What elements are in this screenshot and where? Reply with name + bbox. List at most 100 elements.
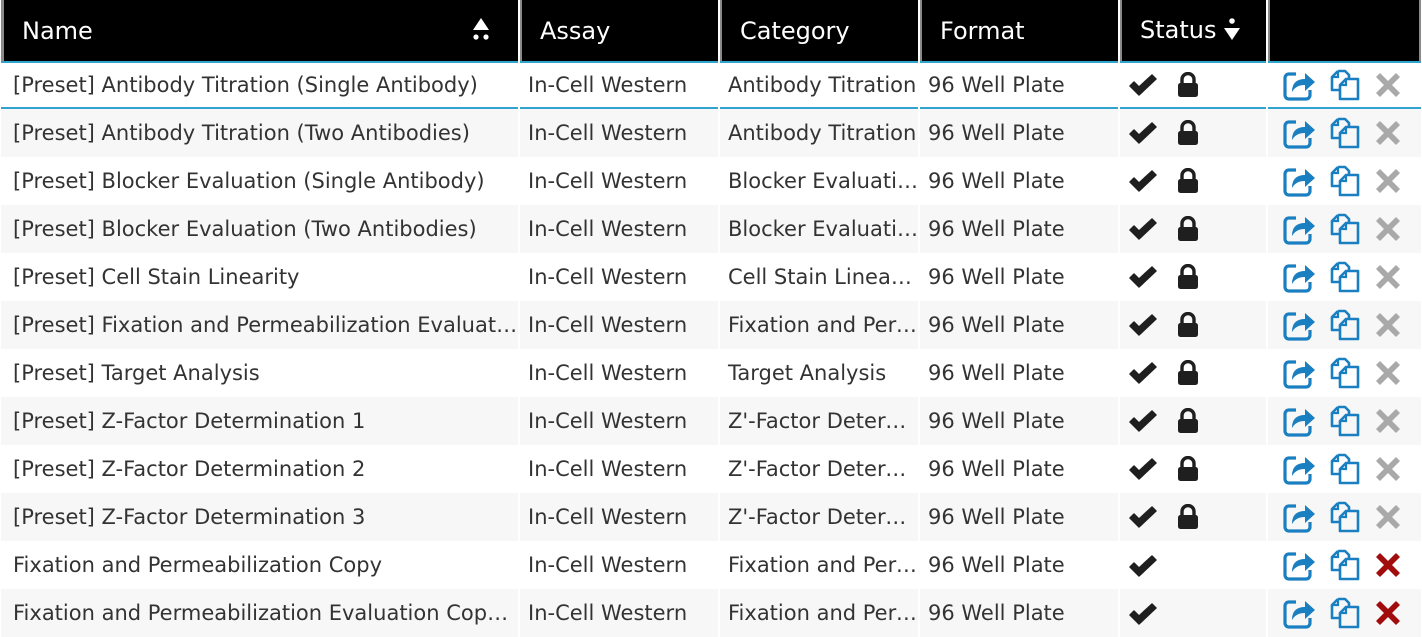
table-row[interactable]: [Preset] Fixation and Permeabilization E…: [1, 301, 1421, 349]
cell-assay: In-Cell Western: [520, 109, 718, 157]
check-icon: [1129, 314, 1157, 336]
table-row[interactable]: [Preset] Z-Factor Determination 2 In-Cel…: [1, 445, 1421, 493]
open-icon[interactable]: [1282, 596, 1316, 630]
table-row[interactable]: [Preset] Blocker Evaluation (Two Antibod…: [1, 205, 1421, 253]
copy-icon[interactable]: [1328, 116, 1362, 150]
table-row[interactable]: Fixation and Permeabilization Evaluation…: [1, 589, 1421, 637]
copy-icon[interactable]: [1328, 596, 1362, 630]
cell-name[interactable]: [Preset] Cell Stain Linearity: [1, 253, 518, 301]
open-icon[interactable]: [1282, 356, 1316, 390]
open-icon[interactable]: [1282, 548, 1316, 582]
cell-category: Antibody Titration: [720, 61, 918, 109]
copy-icon[interactable]: [1328, 164, 1362, 198]
table-row[interactable]: [Preset] Blocker Evaluation (Single Anti…: [1, 157, 1421, 205]
protocol-name[interactable]: [Preset] Target Analysis: [13, 361, 260, 385]
protocol-name[interactable]: [Preset] Z-Factor Determination 1: [13, 409, 365, 433]
cell-name[interactable]: [Preset] Z-Factor Determination 3: [1, 493, 518, 541]
sort-descending-icon[interactable]: [1222, 15, 1242, 43]
protocol-name[interactable]: [Preset] Z-Factor Determination 2: [13, 457, 365, 481]
open-icon[interactable]: [1282, 260, 1316, 294]
column-header-format[interactable]: Format: [920, 0, 1118, 61]
cell-format: 96 Well Plate: [920, 589, 1118, 637]
table-row[interactable]: [Preset] Antibody Titration (Two Antibod…: [1, 109, 1421, 157]
copy-icon[interactable]: [1328, 548, 1362, 582]
column-header-status[interactable]: Status: [1120, 0, 1266, 61]
cell-format: 96 Well Plate: [920, 253, 1118, 301]
delete-icon[interactable]: [1374, 407, 1402, 435]
delete-icon[interactable]: [1374, 215, 1402, 243]
open-icon[interactable]: [1282, 452, 1316, 486]
delete-icon[interactable]: [1374, 503, 1402, 531]
open-icon[interactable]: [1282, 308, 1316, 342]
cell-category: Antibody Titration: [720, 109, 918, 157]
copy-icon[interactable]: [1328, 404, 1362, 438]
cell-name[interactable]: [Preset] Antibody Titration (Two Antibod…: [1, 109, 518, 157]
table-row[interactable]: [Preset] Z-Factor Determination 1 In-Cel…: [1, 397, 1421, 445]
protocol-name[interactable]: Fixation and Permeabilization Evaluation…: [13, 601, 518, 625]
protocol-name[interactable]: [Preset] Antibody Titration (Two Antibod…: [13, 121, 470, 145]
open-icon[interactable]: [1282, 68, 1316, 102]
delete-icon[interactable]: [1374, 71, 1402, 99]
cell-name[interactable]: [Preset] Antibody Titration (Single Anti…: [1, 61, 518, 109]
category-label: Antibody Titration: [728, 73, 917, 97]
copy-icon[interactable]: [1328, 500, 1362, 534]
table-header: Name Assay Category Format Status: [1, 0, 1421, 61]
table-row[interactable]: [Preset] Z-Factor Determination 3 In-Cel…: [1, 493, 1421, 541]
delete-icon[interactable]: [1374, 359, 1402, 387]
cell-name[interactable]: [Preset] Z-Factor Determination 1: [1, 397, 518, 445]
cell-name[interactable]: [Preset] Blocker Evaluation (Two Antibod…: [1, 205, 518, 253]
cell-status: [1120, 301, 1266, 349]
copy-icon[interactable]: [1328, 68, 1362, 102]
delete-icon[interactable]: [1374, 455, 1402, 483]
lock-icon: [1177, 264, 1198, 289]
protocol-name[interactable]: [Preset] Fixation and Permeabilization E…: [13, 313, 518, 337]
copy-icon[interactable]: [1328, 212, 1362, 246]
protocol-name[interactable]: [Preset] Blocker Evaluation (Two Antibod…: [13, 217, 477, 241]
cell-name[interactable]: [Preset] Z-Factor Determination 2: [1, 445, 518, 493]
copy-icon[interactable]: [1328, 260, 1362, 294]
lock-icon: [1177, 120, 1198, 145]
open-icon[interactable]: [1282, 404, 1316, 438]
cell-assay: In-Cell Western: [520, 349, 718, 397]
cell-format: 96 Well Plate: [920, 301, 1118, 349]
cell-name[interactable]: [Preset] Target Analysis: [1, 349, 518, 397]
table-row[interactable]: [Preset] Target Analysis In-Cell Western…: [1, 349, 1421, 397]
sort-ascending-icon[interactable]: [470, 16, 492, 44]
format-label: 96 Well Plate: [928, 601, 1065, 625]
protocol-name[interactable]: [Preset] Cell Stain Linearity: [13, 265, 299, 289]
protocol-name[interactable]: [Preset] Blocker Evaluation (Single Anti…: [13, 169, 485, 193]
table-row[interactable]: [Preset] Cell Stain Linearity In-Cell We…: [1, 253, 1421, 301]
table-row[interactable]: [Preset] Antibody Titration (Single Anti…: [1, 61, 1421, 109]
cell-name[interactable]: Fixation and Permeabilization Copy: [1, 541, 518, 589]
protocol-name[interactable]: Fixation and Permeabilization Copy: [13, 553, 382, 577]
copy-icon[interactable]: [1328, 356, 1362, 390]
cell-actions: [1268, 397, 1421, 445]
cell-name[interactable]: [Preset] Blocker Evaluation (Single Anti…: [1, 157, 518, 205]
column-header-name[interactable]: Name: [1, 0, 518, 61]
delete-icon[interactable]: [1374, 263, 1402, 291]
open-icon[interactable]: [1282, 212, 1316, 246]
protocol-name[interactable]: [Preset] Antibody Titration (Single Anti…: [13, 73, 478, 97]
cell-name[interactable]: Fixation and Permeabilization Evaluation…: [1, 589, 518, 637]
copy-icon[interactable]: [1328, 308, 1362, 342]
cell-category: Fixation and Permeabilization Evaluation: [720, 301, 918, 349]
table-row[interactable]: Fixation and Permeabilization Copy In-Ce…: [1, 541, 1421, 589]
open-icon[interactable]: [1282, 116, 1316, 150]
cell-assay: In-Cell Western: [520, 301, 718, 349]
column-header-label: Assay: [540, 16, 611, 45]
protocol-name[interactable]: [Preset] Z-Factor Determination 3: [13, 505, 365, 529]
delete-icon[interactable]: [1374, 119, 1402, 147]
delete-icon[interactable]: [1374, 599, 1402, 627]
delete-icon[interactable]: [1374, 551, 1402, 579]
open-icon[interactable]: [1282, 500, 1316, 534]
copy-icon[interactable]: [1328, 452, 1362, 486]
format-label: 96 Well Plate: [928, 217, 1065, 241]
cell-format: 96 Well Plate: [920, 541, 1118, 589]
open-icon[interactable]: [1282, 164, 1316, 198]
cell-assay: In-Cell Western: [520, 61, 718, 109]
cell-name[interactable]: [Preset] Fixation and Permeabilization E…: [1, 301, 518, 349]
delete-icon[interactable]: [1374, 311, 1402, 339]
column-header-category[interactable]: Category: [720, 0, 918, 61]
delete-icon[interactable]: [1374, 167, 1402, 195]
column-header-assay[interactable]: Assay: [520, 0, 718, 61]
